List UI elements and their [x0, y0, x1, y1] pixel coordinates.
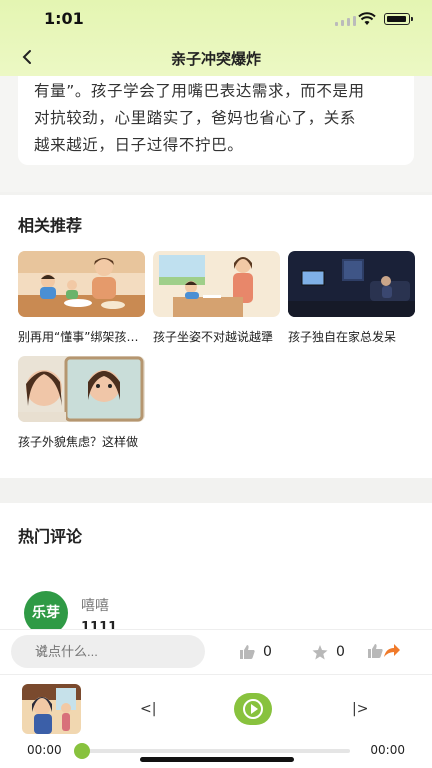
related-item[interactable]: 别再用“懂事”绑架孩子了	[18, 251, 145, 345]
pencil-icon	[37, 644, 48, 656]
article-section: 有量”。孩子学会了用嘴巴表达需求，而不是用 对抗较劲，心里踏实了，爸妈也省心了，…	[0, 76, 432, 192]
favorite-button[interactable]: 0	[312, 644, 345, 660]
related-section: 相关推荐 别再用“懂事”绑架孩子了 孩子坐姿不对越说越犟 孩子独自在家总发呆 孩…	[0, 195, 432, 478]
related-thumbnail	[153, 251, 280, 317]
related-caption: 孩子独自在家总发呆	[288, 330, 397, 344]
comments-title: 热门评论	[18, 527, 83, 546]
like-count: 0	[263, 644, 272, 660]
article-line: 有量”。孩子学会了用嘴巴表达需求，而不是用	[34, 82, 365, 100]
signal-icon	[335, 16, 356, 26]
related-item[interactable]: 孩子外貌焦虑？这样做	[18, 356, 145, 450]
article-line: 对抗较劲，心里踏实了，爸妈也省心了，关系	[34, 109, 357, 127]
previous-button[interactable]: <|	[140, 701, 156, 717]
status-time: 1:01	[44, 9, 84, 28]
nav-bar: 亲子冲突爆炸	[0, 38, 432, 76]
page-title: 亲子冲突爆炸	[170, 50, 261, 68]
favorite-count: 0	[336, 644, 345, 660]
header: 1:01 亲子冲突爆炸	[0, 0, 432, 76]
play-button[interactable]	[234, 693, 272, 725]
like-button[interactable]: 0	[240, 644, 272, 660]
audio-player: <| |> 00:00 00:00	[0, 674, 432, 768]
related-caption: 孩子坐姿不对越说越犟	[153, 330, 274, 344]
progress-handle[interactable]	[74, 743, 90, 759]
related-thumbnail	[288, 251, 415, 317]
comment-username: 嘻嘻	[81, 598, 109, 614]
comments-section: 热门评论 乐芽 嘻嘻 1111	[0, 503, 432, 635]
battery-icon	[384, 13, 413, 25]
thumbs-up-icon	[368, 644, 383, 658]
album-cover	[22, 684, 81, 734]
related-caption: 孩子外貌焦虑？这样做	[18, 435, 139, 449]
related-thumbnail	[18, 251, 145, 317]
related-title: 相关推荐	[18, 216, 83, 235]
related-caption: 别再用“懂事”绑架孩子了	[18, 330, 145, 344]
related-item[interactable]: 孩子独自在家总发呆	[288, 251, 415, 345]
thumbs-up-icon	[240, 645, 255, 659]
share-icon	[384, 644, 400, 657]
next-button[interactable]: |>	[352, 701, 368, 717]
progress-track[interactable]	[80, 749, 350, 753]
home-indicator	[140, 757, 294, 762]
share-button[interactable]	[368, 644, 401, 658]
wifi-icon	[358, 12, 376, 25]
article-card: 有量”。孩子学会了用嘴巴表达需求，而不是用 对抗较劲，心里踏实了，爸妈也省心了，…	[18, 76, 414, 165]
current-time: 00:00	[27, 743, 62, 757]
related-item[interactable]: 孩子坐姿不对越说越犟	[153, 251, 280, 345]
comment-bar: 0 0	[0, 629, 432, 674]
status-bar: 1:01	[0, 0, 432, 38]
related-thumbnail	[18, 356, 145, 422]
article-line: 越来越近，日子过得不拧巴。	[34, 136, 244, 154]
star-icon	[312, 644, 328, 659]
total-time: 00:00	[370, 743, 405, 757]
